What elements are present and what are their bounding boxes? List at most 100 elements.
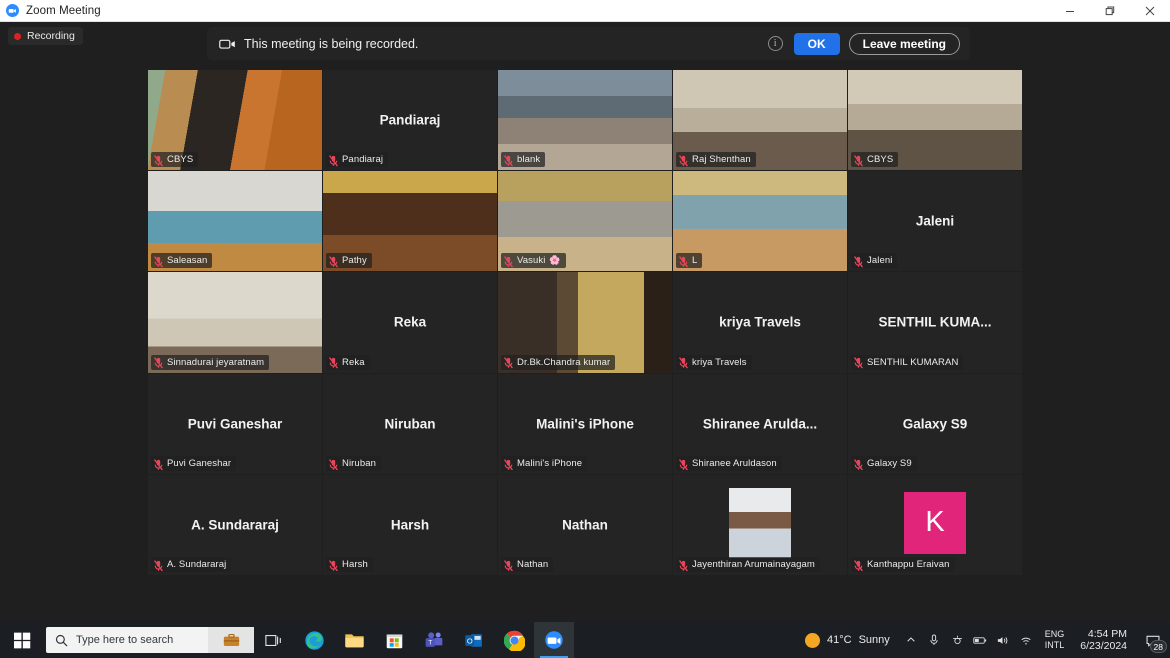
microphone-icon[interactable]	[923, 622, 946, 658]
teams-icon[interactable]: T	[414, 622, 454, 658]
participant-tile[interactable]: CBYS	[848, 70, 1022, 171]
participant-tile[interactable]: kriya Travels kriya Travels	[673, 272, 847, 373]
weather-widget[interactable]: 41°C Sunny	[795, 622, 900, 658]
info-icon[interactable]: i	[767, 36, 783, 51]
muted-microphone-icon	[678, 558, 688, 572]
leave-meeting-button[interactable]: Leave meeting	[848, 32, 960, 55]
participant-name: L	[692, 255, 698, 267]
muted-microphone-icon	[853, 356, 863, 369]
participant-display-name: SENTHIL KUMA...	[878, 314, 992, 330]
muted-microphone-icon	[153, 154, 163, 167]
participant-name: CBYS	[867, 154, 894, 166]
participant-tile[interactable]: Malini's iPhone Malini's iPhone	[498, 373, 672, 474]
participant-tile[interactable]: K Kanthappu Eraivan	[848, 474, 1022, 575]
participant-name-label: Puvi Ganeshar	[151, 455, 237, 471]
participant-tile[interactable]: Jaleni Jaleni	[848, 171, 1022, 272]
muted-microphone-icon	[328, 356, 338, 369]
participant-name-label: Vasuki 🌸	[501, 253, 566, 269]
participant-tile[interactable]: A. Sundararaj A. Sundararaj	[148, 474, 322, 575]
chrome-icon[interactable]	[494, 622, 534, 658]
muted-microphone-icon	[328, 457, 338, 471]
battery-icon[interactable]	[969, 622, 992, 658]
muted-microphone-icon	[678, 356, 688, 369]
muted-microphone-icon	[678, 154, 688, 167]
participant-tile[interactable]: Raj Shenthan	[673, 70, 847, 171]
notification-center-icon[interactable]: 28	[1136, 622, 1170, 658]
camera-icon[interactable]	[946, 622, 969, 658]
muted-microphone-icon	[328, 154, 338, 167]
participant-tile[interactable]: Harsh Harsh	[323, 474, 497, 575]
participant-tile[interactable]: CBYS	[148, 70, 322, 171]
edge-icon[interactable]	[294, 622, 334, 658]
search-input[interactable]: Type here to search	[46, 627, 254, 653]
participant-tile[interactable]: Vasuki 🌸	[498, 171, 672, 272]
participant-tile[interactable]: blank	[498, 70, 672, 171]
wifi-icon[interactable]	[1015, 622, 1038, 658]
participant-name: Puvi Ganeshar	[167, 457, 232, 469]
muted-microphone-icon	[153, 457, 163, 471]
participant-tile[interactable]: L	[673, 171, 847, 272]
participant-name: Harsh	[342, 558, 368, 570]
clock[interactable]: 4:54 PM 6/23/2024	[1071, 622, 1136, 658]
muted-microphone-icon	[153, 356, 163, 369]
clock-time: 4:54 PM	[1087, 628, 1127, 640]
participant-tile[interactable]: Sinnadurai jeyaratnam	[148, 272, 322, 373]
participant-tile[interactable]: Niruban Niruban	[323, 373, 497, 474]
minimize-button[interactable]	[1050, 0, 1090, 22]
muted-microphone-icon	[328, 558, 338, 572]
participant-name-label: Kanthappu Eraivan	[851, 556, 955, 572]
participant-tile[interactable]: Pathy	[323, 171, 497, 272]
recording-indicator[interactable]: Recording	[8, 27, 83, 45]
language-indicator[interactable]: ENG INTL	[1038, 622, 1072, 658]
participant-tile[interactable]: SENTHIL KUMA... SENTHIL KUMARAN	[848, 272, 1022, 373]
participant-display-name: kriya Travels	[719, 314, 801, 330]
ok-button[interactable]: OK	[793, 32, 840, 55]
participant-gallery-grid: CBYS Pandiaraj Pandiaraj blank Raj Shenthan C…	[148, 70, 1022, 575]
participant-name: Raj Shenthan	[692, 154, 751, 166]
muted-microphone-icon	[503, 255, 513, 268]
participant-display-name: Galaxy S9	[902, 416, 968, 432]
participant-tile[interactable]: Nathan Nathan	[498, 474, 672, 575]
language-line-1: ENG	[1044, 629, 1065, 639]
participant-name-label: kriya Travels	[676, 354, 752, 370]
svg-text:O: O	[467, 636, 473, 645]
participant-name-label: SENTHIL KUMARAN	[851, 354, 964, 370]
participant-name: Reka	[342, 356, 365, 368]
zoom-taskbar-icon[interactable]	[534, 622, 574, 658]
task-view-icon[interactable]	[254, 622, 294, 658]
close-button[interactable]	[1130, 0, 1170, 22]
volume-icon[interactable]	[992, 622, 1015, 658]
participant-name-label: Galaxy S9	[851, 455, 917, 471]
search-icon	[55, 634, 68, 647]
windows-start-icon[interactable]	[0, 622, 44, 658]
restore-button[interactable]	[1090, 0, 1130, 22]
participant-tile[interactable]: Galaxy S9 Galaxy S9	[848, 373, 1022, 474]
muted-microphone-icon	[853, 457, 863, 471]
outlook-icon[interactable]: O	[454, 622, 494, 658]
participant-tile[interactable]: Pandiaraj Pandiaraj	[323, 70, 497, 171]
participant-tile[interactable]: Jayenthiran Arumainayagam	[673, 474, 847, 575]
muted-microphone-icon	[853, 558, 863, 572]
microsoft-store-icon[interactable]	[374, 622, 414, 658]
recording-label: Recording	[27, 30, 75, 42]
clock-date: 6/23/2024	[1080, 640, 1127, 652]
window-title: Zoom Meeting	[26, 4, 101, 17]
chevron-up-icon[interactable]	[900, 622, 923, 658]
participant-name-label: A. Sundararaj	[151, 556, 232, 572]
participant-tile[interactable]: Shiranee Arulda... Shiranee Aruldason	[673, 373, 847, 474]
participant-name-label: Jaleni	[851, 253, 898, 269]
participant-name-label: Saleasan	[151, 253, 213, 269]
participant-tile[interactable]: Saleasan	[148, 171, 322, 272]
participant-tile[interactable]: Dr.Bk.Chandra kumar	[498, 272, 672, 373]
file-explorer-icon[interactable]	[334, 622, 374, 658]
participant-tile[interactable]: Reka Reka	[323, 272, 497, 373]
weather-temperature: 41°C	[826, 634, 852, 646]
briefcase-icon[interactable]	[208, 627, 254, 653]
zoom-icon	[6, 4, 19, 17]
muted-microphone-icon	[503, 154, 513, 167]
window-controls	[1050, 0, 1170, 22]
participant-name-label: Jayenthiran Arumainayagam	[676, 556, 820, 572]
participant-name-label: Pathy	[326, 253, 372, 269]
participant-name-label: Shiranee Aruldason	[676, 455, 782, 471]
participant-tile[interactable]: Puvi Ganeshar Puvi Ganeshar	[148, 373, 322, 474]
